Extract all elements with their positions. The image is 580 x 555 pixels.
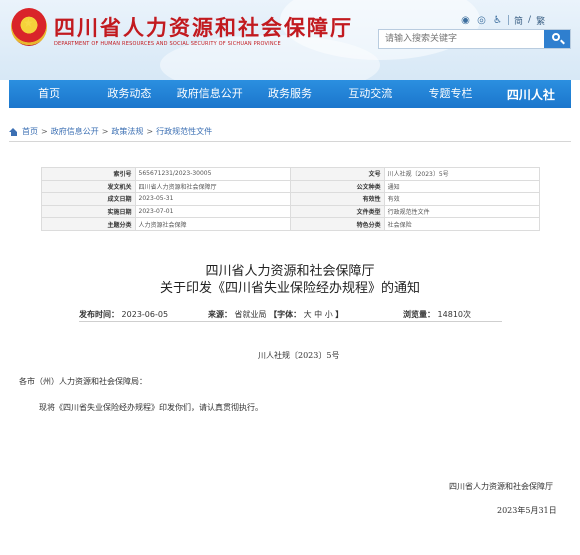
signature: 四川省人力资源和社会保障厅 <box>449 482 553 491</box>
table-row: 索引号 565671231/2023-30005 文号 川人社规〔2023〕5号 <box>41 167 541 181</box>
document-number: 川人社规〔2023〕5号 <box>258 351 340 360</box>
site-header: ★ 四川省人力资源和社会保障厅 DEPARTMENT OF HUMAN RESO… <box>0 0 580 80</box>
site-subtitle: DEPARTMENT OF HUMAN RESOURCES AND SOCIAL… <box>54 41 281 47</box>
search-icon <box>552 33 560 41</box>
sichuan-hrss-logo[interactable]: 四川人社 <box>491 86 571 103</box>
home-icon <box>9 127 18 136</box>
salutation: 各市（州）人力资源和社会保障局： <box>19 377 147 386</box>
nav-item-info-disclosure[interactable]: 政府信息公开 <box>170 80 250 108</box>
search-box <box>378 29 571 49</box>
nav-item-topics[interactable]: 专题专栏 <box>410 80 490 108</box>
publish-date: 2023-06-05 <box>121 310 169 319</box>
table-row: 主题分类 人力资源社会保障 特色分类 社会保险 <box>41 217 541 231</box>
slash: / <box>528 15 532 25</box>
nav-item-services[interactable]: 政务服务 <box>250 80 330 108</box>
accessibility-icon[interactable]: ♿ <box>492 15 503 26</box>
body-paragraph: 现将《四川省失业保险经办规程》印发你们，请认真贯彻执行。 <box>39 403 263 412</box>
search-button[interactable] <box>544 30 570 48</box>
views-count: 14810次 <box>437 310 471 319</box>
publish-info: 发布时间： 2023-06-05 <box>79 310 169 319</box>
document-title-line2: 关于印发《四川省失业保险经办规程》的通知 <box>159 281 420 296</box>
table-row: 成文日期 2023-05-31 有效性 有效 <box>41 192 541 206</box>
divider <box>79 321 502 322</box>
source-info: 来源： 省就业局 【字体： 大 中 小 】 <box>208 310 344 319</box>
divider <box>9 141 571 142</box>
nav-item-home[interactable]: 首页 <box>9 80 89 108</box>
main-nav: 首页 政务动态 政府信息公开 政务服务 互动交流 专题专栏 四川人社 <box>9 80 571 108</box>
breadcrumb-item-normative[interactable]: 行政规范性文件 <box>156 126 212 137</box>
weibo-icon[interactable]: ◎ <box>476 15 487 26</box>
breadcrumb-item-home[interactable]: 首页 <box>22 126 38 137</box>
table-row: 实施日期 2023-07-01 文件类型 行政规范性文件 <box>41 204 541 219</box>
font-size-switcher[interactable]: 大 中 小 <box>304 310 333 319</box>
traditional-chinese-link[interactable]: 繁 <box>536 14 545 27</box>
document-metadata-table: 索引号 565671231/2023-30005 文号 川人社规〔2023〕5号… <box>41 167 541 231</box>
breadcrumb: 首页 > 政府信息公开 > 政策法规 > 行政规范性文件 <box>9 126 212 137</box>
national-emblem-icon: ★ <box>11 8 47 46</box>
breadcrumb-item-policy[interactable]: 政策法规 <box>111 126 143 137</box>
source-value: 省就业局 <box>234 310 267 319</box>
nav-item-news[interactable]: 政务动态 <box>89 80 169 108</box>
table-row: 发文机关 四川省人力资源和社会保障厅 公文种类 通知 <box>41 179 541 194</box>
views-info: 浏览量： 14810次 <box>403 310 471 319</box>
simplified-chinese-link[interactable]: 简 <box>514 14 523 27</box>
site-title[interactable]: 四川省人力资源和社会保障厅 <box>54 12 353 42</box>
search-input[interactable] <box>379 30 543 48</box>
divider <box>508 15 509 25</box>
breadcrumb-item-info[interactable]: 政府信息公开 <box>51 126 99 137</box>
signature-date: 2023年5月31日 <box>497 506 557 515</box>
top-tools: ◉ ◎ ♿ 简 / 繁 <box>460 13 545 27</box>
nav-item-interaction[interactable]: 互动交流 <box>330 80 410 108</box>
wechat-icon[interactable]: ◉ <box>460 15 471 26</box>
